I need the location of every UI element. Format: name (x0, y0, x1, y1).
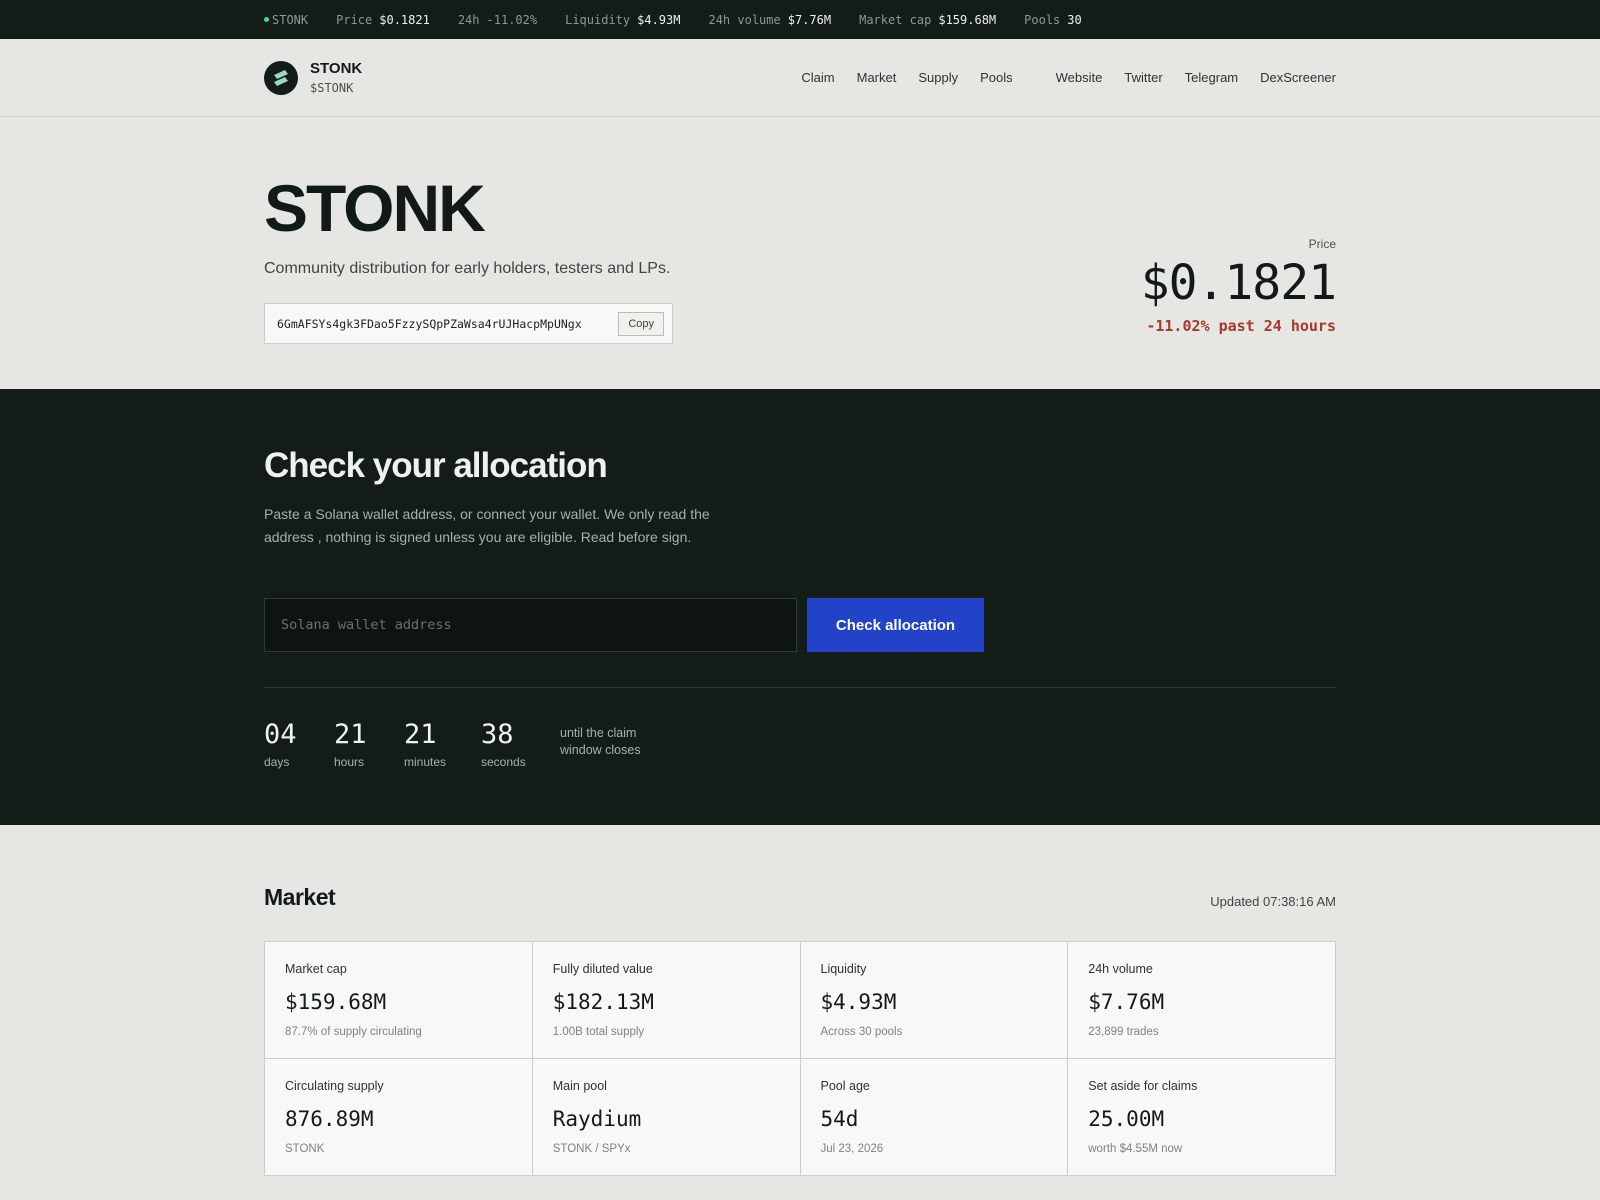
copy-address-button[interactable]: Copy (618, 311, 664, 336)
ticker-volume: 24h volume $7.76M (708, 12, 832, 27)
price-change: -11.02% past 24 hours (1146, 317, 1336, 335)
price-block: Price $0.1821 -11.02% past 24 hours (1140, 237, 1337, 335)
ticker-bar: STONK Price $0.1821 24h -11.02% Liquidity $… (0, 0, 1600, 39)
check-allocation-button[interactable]: Check allocation (807, 598, 984, 652)
nav-link-claim[interactable]: Claim (801, 70, 834, 85)
stonk-logo-icon[interactable] (264, 60, 298, 95)
price-value: $0.1821 (1140, 255, 1337, 311)
market-title: Market (264, 884, 336, 910)
ticker-change: 24h -11.02% (457, 12, 538, 27)
check-title: Check your allocation (264, 446, 608, 485)
price-label: Price (1308, 237, 1336, 251)
hero-section: STONK Community distribution for early h… (264, 117, 1337, 389)
contract-address-box: 6GmAFSYs4gk3FDao5FzzySQpPZaWsa4rUJHacpMp… (264, 303, 673, 344)
nav-link-dexscreener[interactable]: DexScreener (1260, 70, 1336, 85)
stat-market-cap: Market cap $159.68M 87.7% of supply circ… (265, 942, 533, 1059)
ticker-pools: Pools 30 (1024, 12, 1082, 27)
countdown-hours: 21 hours (334, 719, 367, 769)
stat-24h-volume: 24h volume $7.76M 23,899 trades (1068, 942, 1336, 1059)
brand[interactable]: STONK $STONK (310, 60, 362, 95)
nav-link-supply[interactable]: Supply (918, 70, 958, 85)
nav-links: Claim Market Supply Pools Website Twitte… (779, 70, 1336, 85)
check-allocation-section: Check your allocation Paste a Solana wal… (0, 389, 1600, 825)
countdown-seconds: 38 seconds (481, 719, 526, 769)
wallet-address-input[interactable] (264, 598, 797, 652)
countdown-minutes: 21 minutes (404, 719, 447, 769)
countdown-note: until the claim window closes (560, 726, 641, 757)
stat-set-aside-claims: Set aside for claims 25.00M worth $4.55M… (1068, 1059, 1336, 1176)
ticker-market-cap: Market cap $159.68M (859, 12, 997, 27)
nav-link-market[interactable]: Market (857, 70, 897, 85)
countdown-days: 04 days (264, 719, 297, 769)
market-stats-grid: Market cap $159.68M 87.7% of supply circ… (264, 941, 1336, 1176)
live-dot-icon (264, 17, 269, 22)
contract-address[interactable]: 6GmAFSYs4gk3FDao5FzzySQpPZaWsa4rUJHacpMp… (277, 317, 582, 331)
brand-ticker: $STONK (310, 81, 354, 95)
ticker-liquidity: Liquidity $4.93M (565, 12, 681, 27)
top-nav: STONK $STONK Claim Market Supply Pools W… (0, 39, 1600, 117)
ticker-price: Price $0.1821 (336, 12, 430, 27)
stat-fdv: Fully diluted value $182.13M 1.00B total… (532, 942, 801, 1059)
market-updated-time: Updated 07:38:16 AM (1210, 894, 1336, 909)
stat-pool-age: Pool age 54d Jul 23, 2026 (800, 1059, 1069, 1176)
brand-name: STONK (310, 60, 363, 77)
hero-subtitle: Community distribution for early holders… (264, 260, 671, 277)
ticker-symbol: STONK (264, 13, 308, 27)
stat-liquidity: Liquidity $4.93M Across 30 pools (800, 942, 1069, 1059)
nav-link-twitter[interactable]: Twitter (1124, 70, 1162, 85)
stat-circulating-supply: Circulating supply 876.89M STONK (265, 1059, 533, 1176)
market-section: Market Updated 07:38:16 AM Market cap $1… (264, 825, 1336, 1200)
check-description: Paste a Solana wallet address, or connec… (264, 506, 710, 545)
section-divider (264, 687, 1336, 688)
nav-link-website[interactable]: Website (1056, 70, 1103, 85)
stat-main-pool: Main pool Raydium STONK / SPYx (532, 1059, 801, 1176)
hero-title: STONK (264, 171, 486, 245)
nav-link-telegram[interactable]: Telegram (1185, 70, 1238, 85)
nav-link-pools[interactable]: Pools (980, 70, 1013, 85)
